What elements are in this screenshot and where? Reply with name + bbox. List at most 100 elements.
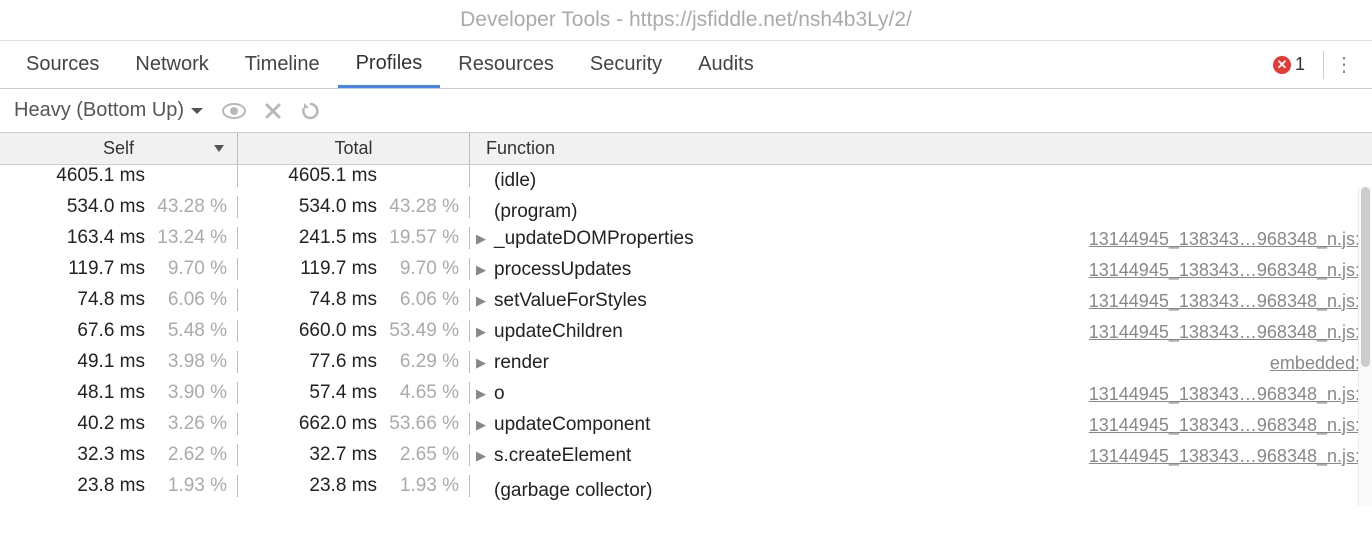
eye-icon[interactable] (222, 103, 246, 119)
source-link[interactable]: 13144945_138343…968348_n.js: (1089, 384, 1360, 405)
kebab-icon: ⋮ (1334, 52, 1354, 77)
cell-total: 241.5 ms19.57 % (238, 227, 470, 249)
column-header-function[interactable]: Function (470, 133, 1372, 164)
total-ms: 241.5 ms (299, 227, 377, 249)
tab-audits[interactable]: Audits (680, 43, 772, 86)
self-pct: 2.62 % (151, 444, 227, 466)
self-pct: 3.98 % (151, 351, 227, 373)
function-name: processUpdates (494, 259, 631, 281)
self-pct: 13.24 % (151, 227, 227, 249)
tab-profiles[interactable]: Profiles (338, 42, 441, 88)
table-row[interactable]: 23.8 ms1.93 %23.8 ms1.93 % (garbage colle… (0, 475, 1372, 506)
cell-total: 77.6 ms6.29 % (238, 351, 470, 373)
expand-icon[interactable]: ▶ (476, 231, 490, 247)
self-ms: 4605.1 ms (56, 165, 145, 187)
self-ms: 48.1 ms (77, 382, 145, 404)
total-ms: 119.7 ms (300, 258, 377, 280)
self-pct: 43.28 % (151, 196, 227, 218)
column-header-self-label: Self (103, 138, 134, 159)
table-row[interactable]: 49.1 ms3.98 %77.6 ms6.29 %▶renderembedde… (0, 351, 1372, 382)
cell-total: 662.0 ms53.66 % (238, 413, 470, 435)
total-pct: 53.66 % (383, 413, 459, 435)
expand-icon[interactable]: ▶ (476, 355, 490, 371)
source-link[interactable]: 13144945_138343…968348_n.js: (1089, 322, 1360, 343)
cell-total: 534.0 ms43.28 % (238, 196, 470, 218)
function-name: (idle) (494, 170, 536, 192)
source-link[interactable]: 13144945_138343…968348_n.js: (1089, 446, 1360, 467)
refresh-icon[interactable] (300, 101, 320, 121)
source-link[interactable]: 13144945_138343…968348_n.js: (1089, 291, 1360, 312)
expand-icon[interactable]: ▶ (476, 293, 490, 309)
table-row[interactable]: 32.3 ms2.62 % 32.7 ms 2.65 % ▶s.createEleme… (0, 444, 1372, 475)
sort-descending-icon (213, 144, 225, 153)
error-indicator[interactable]: ✕ 1 (1263, 54, 1315, 75)
table-row[interactable]: 40.2 ms3.26 %662.0 ms53.66 % ▶updateCompo… (0, 413, 1372, 444)
expand-icon[interactable]: ▶ (476, 324, 490, 340)
self-ms: 119.7 ms (68, 258, 145, 280)
total-pct: 6.29 % (383, 351, 459, 373)
tab-bar: Sources Network Timeline Profiles Resour… (0, 41, 1372, 89)
self-pct: 9.70 % (151, 258, 227, 280)
table-row[interactable]: 4605.1 ms 4605.1 ms (idle) (0, 165, 1372, 196)
scrollbar[interactable] (1358, 187, 1372, 506)
self-ms: 163.4 ms (67, 227, 145, 249)
function-name: updateChildren (494, 321, 623, 343)
cell-self: 163.4 ms 13.24 % (0, 227, 238, 249)
expand-icon[interactable]: ▶ (476, 417, 490, 433)
total-pct: 2.65 % (383, 444, 459, 466)
function-name: updateComponent (494, 414, 650, 436)
cell-total: 4605.1 ms (238, 165, 470, 187)
table-row[interactable]: 163.4 ms 13.24 % 241.5 ms19.57 % ▶_updateDO… (0, 227, 1372, 258)
table-row[interactable]: 119.7 ms9.70 %119.7 ms9.70 %▶processUpda… (0, 258, 1372, 289)
source-link[interactable]: 13144945_138343…968348_n.js: (1089, 260, 1360, 281)
table-row[interactable]: 74.8 ms6.06 %74.8 ms6.06 %▶setValueForSt… (0, 289, 1372, 320)
source-link[interactable]: 13144945_138343…968348_n.js: (1089, 415, 1360, 436)
cell-function: ▶updateChildren 13144945_138343…968348_n.… (470, 321, 1372, 343)
column-header-self[interactable]: Self (0, 133, 238, 164)
expand-icon[interactable]: ▶ (476, 262, 490, 278)
cell-function: (program) (470, 201, 1372, 223)
source-link[interactable]: 13144945_138343…968348_n.js: (1089, 229, 1360, 250)
expand-icon[interactable]: ▶ (476, 386, 490, 402)
kebab-menu[interactable]: ⋮ (1323, 51, 1364, 79)
cell-self: 23.8 ms1.93 % (0, 475, 238, 497)
tab-network[interactable]: Network (117, 43, 226, 86)
table-row[interactable]: 67.6 ms5.48 %660.0 ms53.49 %▶updateChild… (0, 320, 1372, 351)
cell-total: 57.4 ms 4.65 % (238, 382, 470, 404)
total-ms: 57.4 ms (309, 382, 377, 404)
source-link[interactable]: embedded: (1270, 353, 1360, 374)
total-pct: 53.49 % (383, 320, 459, 342)
cell-total: 32.7 ms 2.65 % (238, 444, 470, 466)
cell-total: 660.0 ms53.49 % (238, 320, 470, 342)
tab-sources[interactable]: Sources (8, 43, 117, 86)
total-pct: 1.93 % (383, 475, 459, 497)
close-icon[interactable] (264, 102, 282, 120)
tab-timeline[interactable]: Timeline (227, 43, 338, 86)
tab-resources[interactable]: Resources (440, 43, 572, 86)
scrollbar-thumb[interactable] (1361, 187, 1370, 367)
tab-security[interactable]: Security (572, 43, 680, 86)
table-row[interactable]: 534.0 ms43.28 %534.0 ms43.28 %(program) (0, 196, 1372, 227)
cell-total: 23.8 ms1.93 % (238, 475, 470, 497)
cell-self: 534.0 ms43.28 % (0, 196, 238, 218)
function-name: s.createElement (494, 445, 631, 467)
error-icon: ✕ (1273, 56, 1291, 74)
cell-self: 32.3 ms2.62 % (0, 444, 238, 466)
total-pct: 4.65 % (383, 382, 459, 404)
function-name: _updateDOMProperties (494, 228, 694, 250)
expand-icon[interactable]: ▶ (476, 448, 490, 464)
cell-self: 49.1 ms 3.98 % (0, 351, 238, 373)
function-name: (garbage collector) (494, 480, 652, 502)
total-ms: 32.7 ms (309, 444, 377, 466)
cell-self: 40.2 ms3.26 % (0, 413, 238, 435)
window-title: Developer Tools - https://jsfiddle.net/n… (0, 0, 1372, 41)
view-mode-selector[interactable]: Heavy (Bottom Up) (14, 99, 204, 122)
function-name: o (494, 383, 505, 405)
cell-self: 48.1 ms3.90 % (0, 382, 238, 404)
column-header-total[interactable]: Total (238, 133, 470, 164)
cell-self: 4605.1 ms (0, 165, 238, 187)
self-ms: 40.2 ms (77, 413, 145, 435)
table-row[interactable]: 48.1 ms3.90 % 57.4 ms 4.65 % ▶o 13144945_138… (0, 382, 1372, 413)
self-ms: 49.1 ms (77, 351, 145, 373)
total-ms: 4605.1 ms (288, 165, 377, 187)
